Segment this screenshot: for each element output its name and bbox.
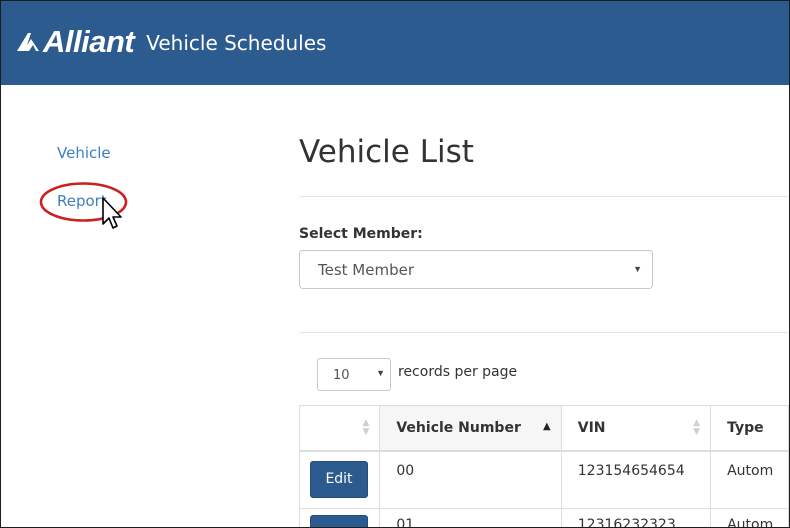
- logo-wordmark: Alliant: [43, 24, 135, 59]
- vin-cell: 12316232323: [560, 508, 712, 527]
- caret-down-icon: ▼: [376, 368, 385, 378]
- vin-cell: 123154654654: [560, 450, 712, 509]
- alliant-logo-mark-icon: [17, 33, 39, 51]
- caret-down-icon: ▼: [633, 264, 642, 274]
- page-title: Vehicle List: [299, 134, 474, 170]
- column-header-label: Type: [727, 419, 764, 436]
- page-length-value: 10: [333, 368, 350, 383]
- top-navbar: Alliant Vehicle Schedules: [1, 1, 789, 85]
- brand[interactable]: Alliant Vehicle Schedules: [17, 22, 326, 62]
- vehicle-table: ▲ ▼ Vehicle Number ▲ VIN ▲ ▼ Type Edit 0…: [298, 405, 789, 527]
- column-header-label: VIN: [577, 419, 606, 436]
- column-header-label: Vehicle Number: [396, 419, 521, 436]
- actions-cell: [298, 508, 381, 527]
- divider: [299, 196, 789, 197]
- edit-button[interactable]: Edit: [310, 460, 368, 498]
- page-length-label: records per page: [398, 364, 518, 380]
- app-window: Alliant Vehicle Schedules Vehicle Report…: [0, 0, 790, 528]
- actions-cell: Edit: [298, 450, 381, 509]
- app-title: Vehicle Schedules: [146, 31, 327, 55]
- column-header-vehicle-number[interactable]: Vehicle Number ▲: [379, 405, 562, 452]
- table-row: 01 12316232323 Autom: [298, 508, 789, 527]
- edit-button[interactable]: [310, 515, 368, 527]
- mouse-pointer-icon: [102, 197, 122, 229]
- column-header-type[interactable]: Type: [710, 405, 789, 452]
- column-header-actions[interactable]: ▲ ▼: [298, 405, 381, 452]
- sort-both-icon: ▲ ▼: [693, 418, 701, 437]
- table-header-row: ▲ ▼ Vehicle Number ▲ VIN ▲ ▼ Type: [298, 405, 789, 452]
- sidebar-item-vehicle[interactable]: Vehicle: [57, 144, 111, 162]
- sort-ascending-icon: ▲: [543, 421, 551, 432]
- vehicle-number-cell: 00: [379, 450, 562, 509]
- vehicle-number-cell: 01: [379, 508, 562, 527]
- column-header-vin[interactable]: VIN ▲ ▼: [560, 405, 712, 452]
- divider: [299, 332, 789, 333]
- select-member-label: Select Member:: [299, 226, 423, 242]
- member-select-value: Test Member: [318, 261, 415, 279]
- alliant-logo[interactable]: Alliant: [17, 24, 135, 60]
- table-row: Edit 00 123154654654 Autom: [298, 450, 789, 509]
- sort-both-icon: ▲ ▼: [362, 418, 370, 437]
- page-length-select[interactable]: 10 ▼: [317, 358, 391, 391]
- type-cell: Autom: [710, 450, 789, 509]
- member-select[interactable]: Test Member ▼: [299, 250, 653, 289]
- type-cell: Autom: [710, 508, 789, 527]
